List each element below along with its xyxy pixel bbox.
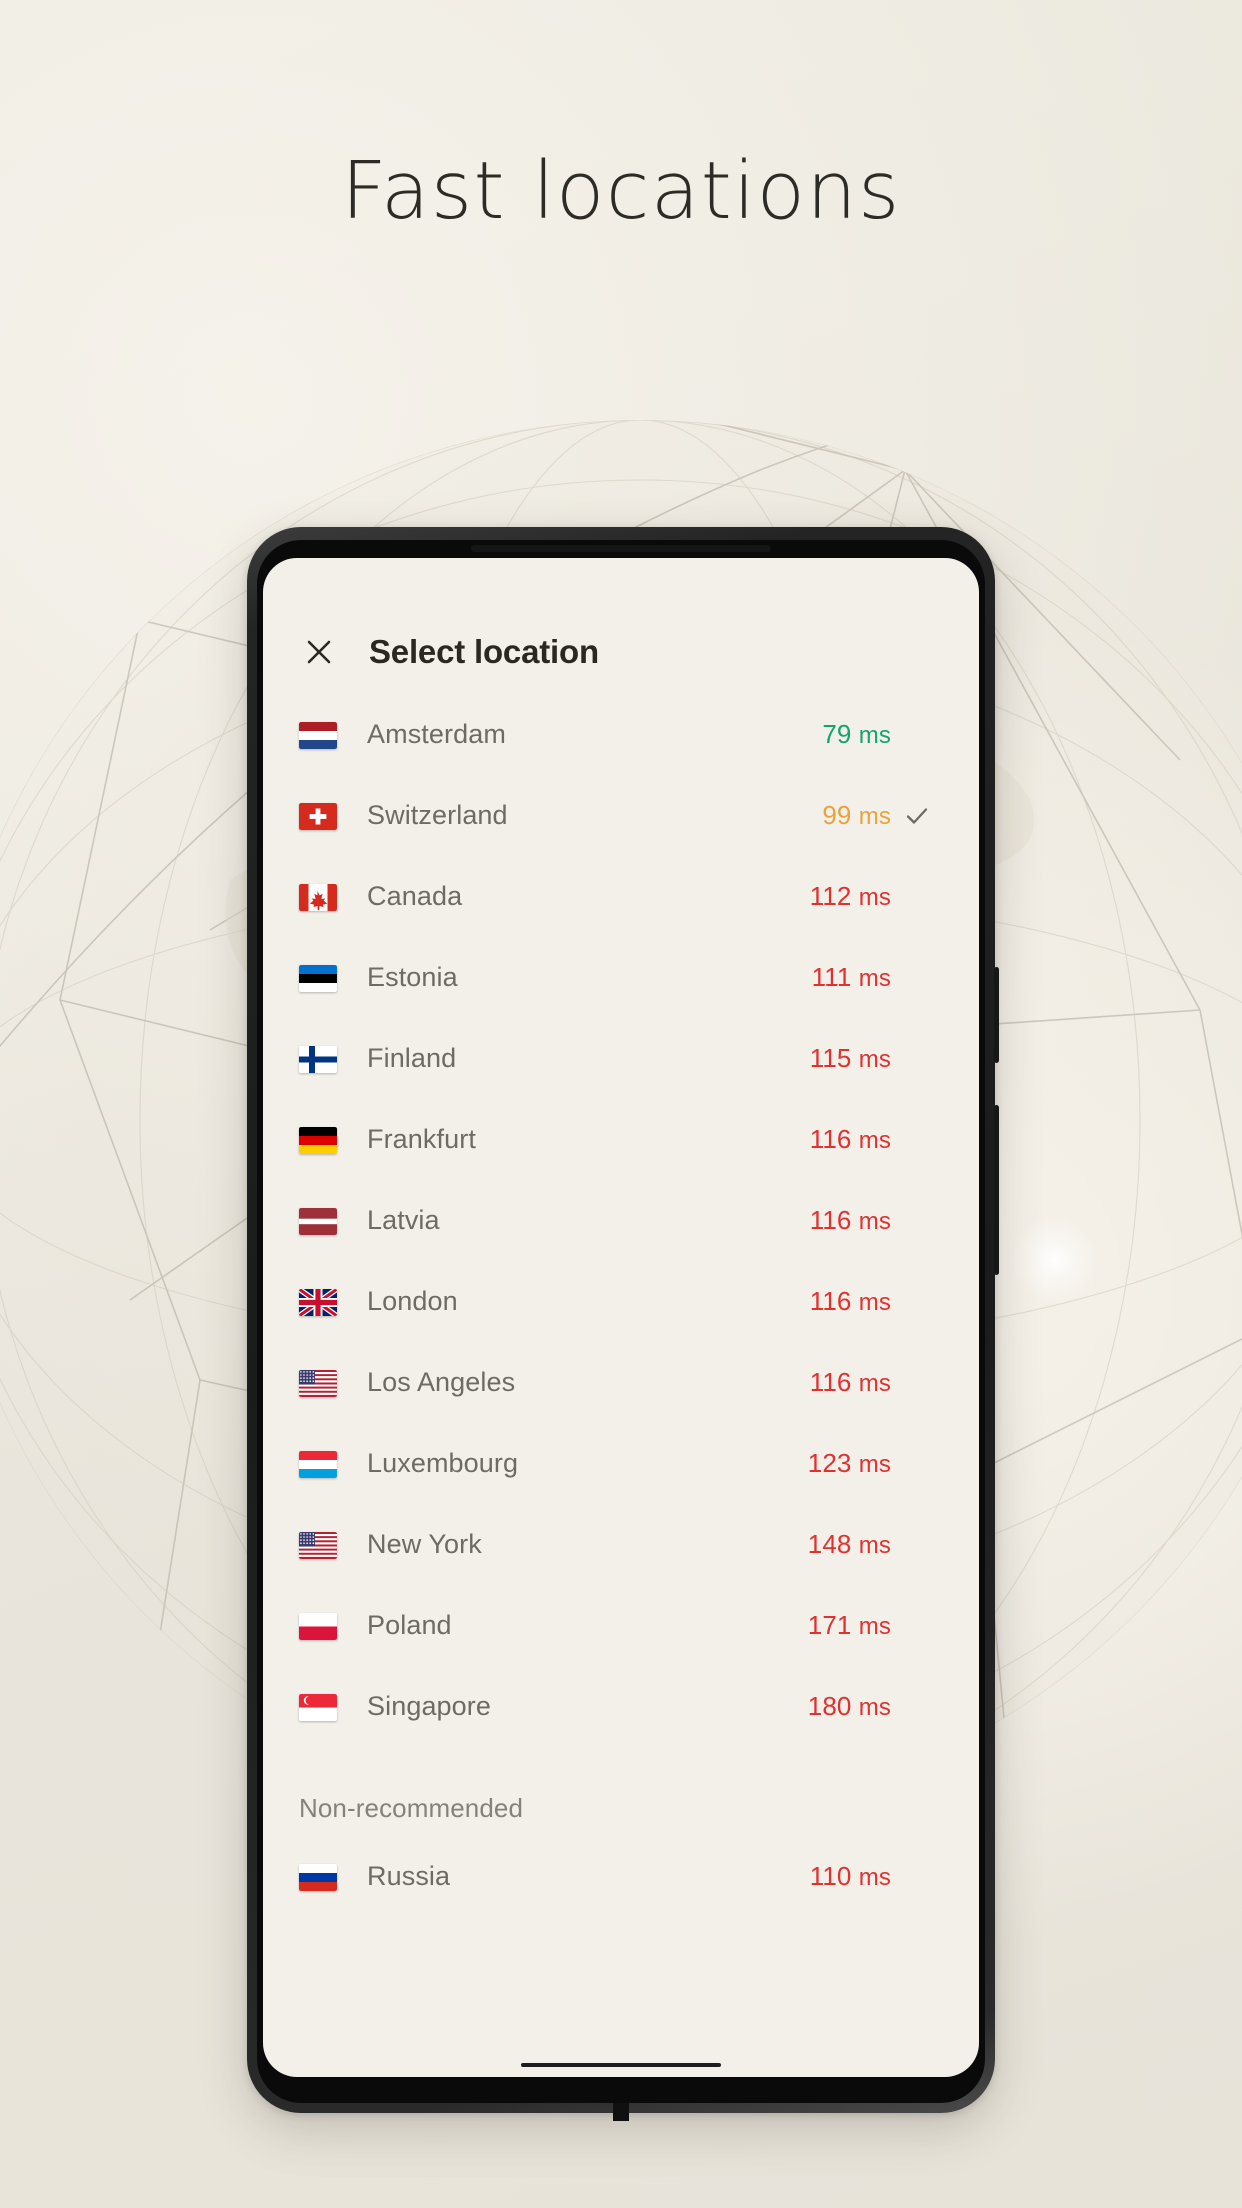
close-icon[interactable] bbox=[299, 632, 339, 672]
switzerland-flag bbox=[299, 800, 341, 831]
location-name: Latvia bbox=[367, 1205, 440, 1235]
phone-side-button-lower[interactable] bbox=[994, 1105, 999, 1275]
location-name: Los Angeles bbox=[367, 1367, 516, 1397]
russia-flag bbox=[299, 1861, 341, 1892]
screen-title: Select location bbox=[369, 633, 599, 670]
netherlands-flag bbox=[299, 719, 341, 750]
location-row[interactable]: Singapore 180 ms bbox=[263, 1666, 979, 1747]
latency-value: 99 ms bbox=[822, 800, 891, 830]
latency-value: 112 ms bbox=[809, 881, 891, 911]
location-row[interactable]: Canada 112 ms bbox=[263, 856, 979, 937]
latency-value: 110 ms bbox=[809, 1861, 891, 1891]
latvia-flag bbox=[299, 1205, 341, 1236]
latency-value: 116 ms bbox=[809, 1367, 891, 1397]
finland-flag bbox=[299, 1043, 341, 1074]
usa-flag bbox=[299, 1529, 341, 1560]
location-row[interactable]: Estonia 111 ms bbox=[263, 937, 979, 1018]
location-row[interactable]: Los Angeles 116 ms bbox=[263, 1342, 979, 1423]
germany-flag bbox=[299, 1124, 341, 1155]
location-row[interactable]: Switzerland 99 ms bbox=[263, 775, 979, 856]
location-row[interactable]: Poland 171 ms bbox=[263, 1585, 979, 1666]
location-name: Amsterdam bbox=[367, 719, 506, 749]
location-name: Finland bbox=[367, 1043, 457, 1073]
uk-flag bbox=[299, 1286, 341, 1317]
canada-flag bbox=[299, 881, 341, 912]
location-name: Russia bbox=[367, 1861, 451, 1891]
location-name: Poland bbox=[367, 1610, 452, 1640]
latency-value: 116 ms bbox=[809, 1124, 891, 1154]
phone-bottom-port bbox=[613, 2103, 629, 2121]
latency-value: 79 ms bbox=[822, 719, 891, 749]
phone-side-button-upper[interactable] bbox=[994, 967, 999, 1063]
location-row[interactable]: Amsterdam 79 ms bbox=[263, 694, 979, 775]
location-row[interactable]: Finland 115 ms bbox=[263, 1018, 979, 1099]
latency-value: 148 ms bbox=[807, 1529, 891, 1559]
latency-value: 123 ms bbox=[807, 1448, 891, 1478]
page-title: Fast locations bbox=[341, 145, 901, 237]
location-name: London bbox=[367, 1286, 458, 1316]
latency-value: 116 ms bbox=[809, 1205, 891, 1235]
phone-earpiece-speaker bbox=[471, 545, 771, 552]
location-name: Singapore bbox=[367, 1691, 491, 1721]
latency-value: 180 ms bbox=[807, 1691, 891, 1721]
location-row[interactable]: New York 148 ms bbox=[263, 1504, 979, 1585]
location-row[interactable]: London 116 ms bbox=[263, 1261, 979, 1342]
selected-check-icon[interactable] bbox=[891, 803, 943, 829]
latency-value: 116 ms bbox=[809, 1286, 891, 1316]
latency-value: 115 ms bbox=[809, 1043, 891, 1073]
location-row[interactable]: Frankfurt 116 ms bbox=[263, 1099, 979, 1180]
phone-device-frame: Select location Amsterdam 79 ms Switzerl… bbox=[247, 527, 999, 2121]
app-header: Select location bbox=[263, 558, 979, 672]
usa-flag bbox=[299, 1367, 341, 1398]
location-name: Switzerland bbox=[367, 800, 508, 830]
location-name: Estonia bbox=[367, 962, 458, 992]
singapore-flag bbox=[299, 1691, 341, 1722]
location-name: Luxembourg bbox=[367, 1448, 519, 1478]
section-header-non-recommended: Non-recommended bbox=[299, 1793, 524, 1823]
location-name: Frankfurt bbox=[367, 1124, 476, 1154]
location-row[interactable]: Latvia 116 ms bbox=[263, 1180, 979, 1261]
location-row[interactable]: Russia 110 ms bbox=[263, 1836, 979, 1917]
latency-value: 111 ms bbox=[811, 962, 891, 992]
estonia-flag bbox=[299, 962, 341, 993]
latency-value: 171 ms bbox=[807, 1610, 891, 1640]
poland-flag bbox=[299, 1610, 341, 1641]
location-name: Canada bbox=[367, 881, 463, 911]
phone-bezel: Select location Amsterdam 79 ms Switzerl… bbox=[257, 540, 985, 2103]
location-name: New York bbox=[367, 1529, 482, 1559]
phone-screen: Select location Amsterdam 79 ms Switzerl… bbox=[263, 558, 979, 2077]
luxembourg-flag bbox=[299, 1448, 341, 1479]
light-glow-accent bbox=[1010, 1215, 1100, 1305]
location-list: Amsterdam 79 ms Switzerland 99 ms Canada… bbox=[263, 672, 979, 1747]
location-row[interactable]: Luxembourg 123 ms bbox=[263, 1423, 979, 1504]
home-indicator[interactable] bbox=[521, 2063, 721, 2067]
non-recommended-list: Russia 110 ms bbox=[263, 1836, 979, 1917]
